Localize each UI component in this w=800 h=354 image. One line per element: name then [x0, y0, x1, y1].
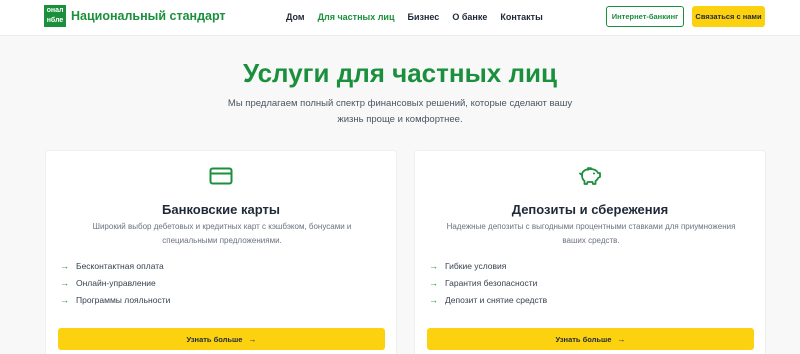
feature-item: → Депозит и снятие средств: [429, 291, 547, 308]
nav-item-individuals[interactable]: Для частных лиц: [318, 12, 395, 22]
arrow-right-icon: →: [617, 334, 626, 344]
logo[interactable]: онал нбле Национальный стандарт: [44, 5, 226, 27]
nav-item-contacts[interactable]: Контакты: [500, 12, 542, 22]
feature-item: → Программы лояльности: [60, 291, 170, 308]
service-card-cards: Банковские карты Широкий выбор дебетовых…: [45, 150, 397, 354]
arrow-right-icon: →: [429, 294, 438, 305]
main-nav: Дом Для частных лиц Бизнес О банке Конта…: [286, 12, 556, 22]
feature-label: Бесконтактная оплата: [76, 260, 164, 271]
feature-item: → Гарантия безопасности: [429, 274, 547, 291]
card-description: Широкий выбор дебетовых и кредитных карт…: [92, 222, 352, 245]
arrow-right-icon: →: [60, 260, 69, 271]
arrow-right-icon: →: [60, 277, 69, 288]
logo-name: Национальный стандарт: [71, 9, 226, 23]
arrow-right-icon: →: [429, 260, 438, 271]
service-card-deposits: Депозиты и сбережения Надежные депозиты …: [414, 150, 766, 354]
card-title: Депозиты и сбережения: [511, 202, 669, 217]
feature-list: → Бесконтактная оплата → Онлайн-управление…: [60, 257, 170, 308]
arrow-right-icon: →: [429, 277, 438, 288]
page-subtitle: Мы предлагаем полный спектр финансовых р…: [227, 98, 573, 125]
arrow-right-icon: →: [248, 334, 257, 344]
feature-list: → Гибкие условия → Гарантия безопасности →…: [429, 257, 547, 308]
internet-banking-button[interactable]: Интернет-банкинг: [606, 6, 684, 27]
logo-mark: онал нбле: [44, 5, 66, 27]
card-title: Банковские карты: [162, 202, 280, 217]
card-description: Надежные депозиты с выгодными процентным…: [446, 222, 736, 245]
feature-label: Гарантия безопасности: [445, 277, 538, 288]
feature-label: Онлайн-управление: [76, 277, 156, 288]
feature-item: → Онлайн-управление: [60, 274, 170, 291]
feature-label: Гибкие условия: [445, 260, 507, 271]
learn-more-button[interactable]: Узнать больше →: [427, 328, 754, 350]
feature-item: → Гибкие условия: [429, 257, 547, 274]
nav-item-business[interactable]: Бизнес: [408, 12, 440, 22]
feature-item: → Бесконтактная оплата: [60, 257, 170, 274]
logo-mark-line-1: онал: [46, 7, 64, 14]
feature-label: Депозит и снятие средств: [445, 294, 548, 305]
learn-more-label: Узнать больше: [186, 334, 243, 344]
learn-more-button[interactable]: Узнать больше →: [58, 328, 385, 350]
nav-item-about[interactable]: О банке: [452, 12, 487, 22]
contact-us-button[interactable]: Связаться с нами: [692, 6, 765, 27]
credit-card-icon: [208, 163, 234, 189]
piggy-bank-icon: [577, 163, 603, 189]
page-title: Услуги для частных лиц: [243, 58, 557, 88]
arrow-right-icon: →: [60, 294, 69, 305]
feature-label: Программы лояльности: [76, 294, 171, 305]
learn-more-label: Узнать больше: [555, 334, 612, 344]
site-header: онал нбле Национальный стандарт Дом Для …: [0, 0, 800, 36]
nav-item-home[interactable]: Дом: [286, 12, 305, 22]
logo-mark-line-2: нбле: [46, 17, 64, 24]
